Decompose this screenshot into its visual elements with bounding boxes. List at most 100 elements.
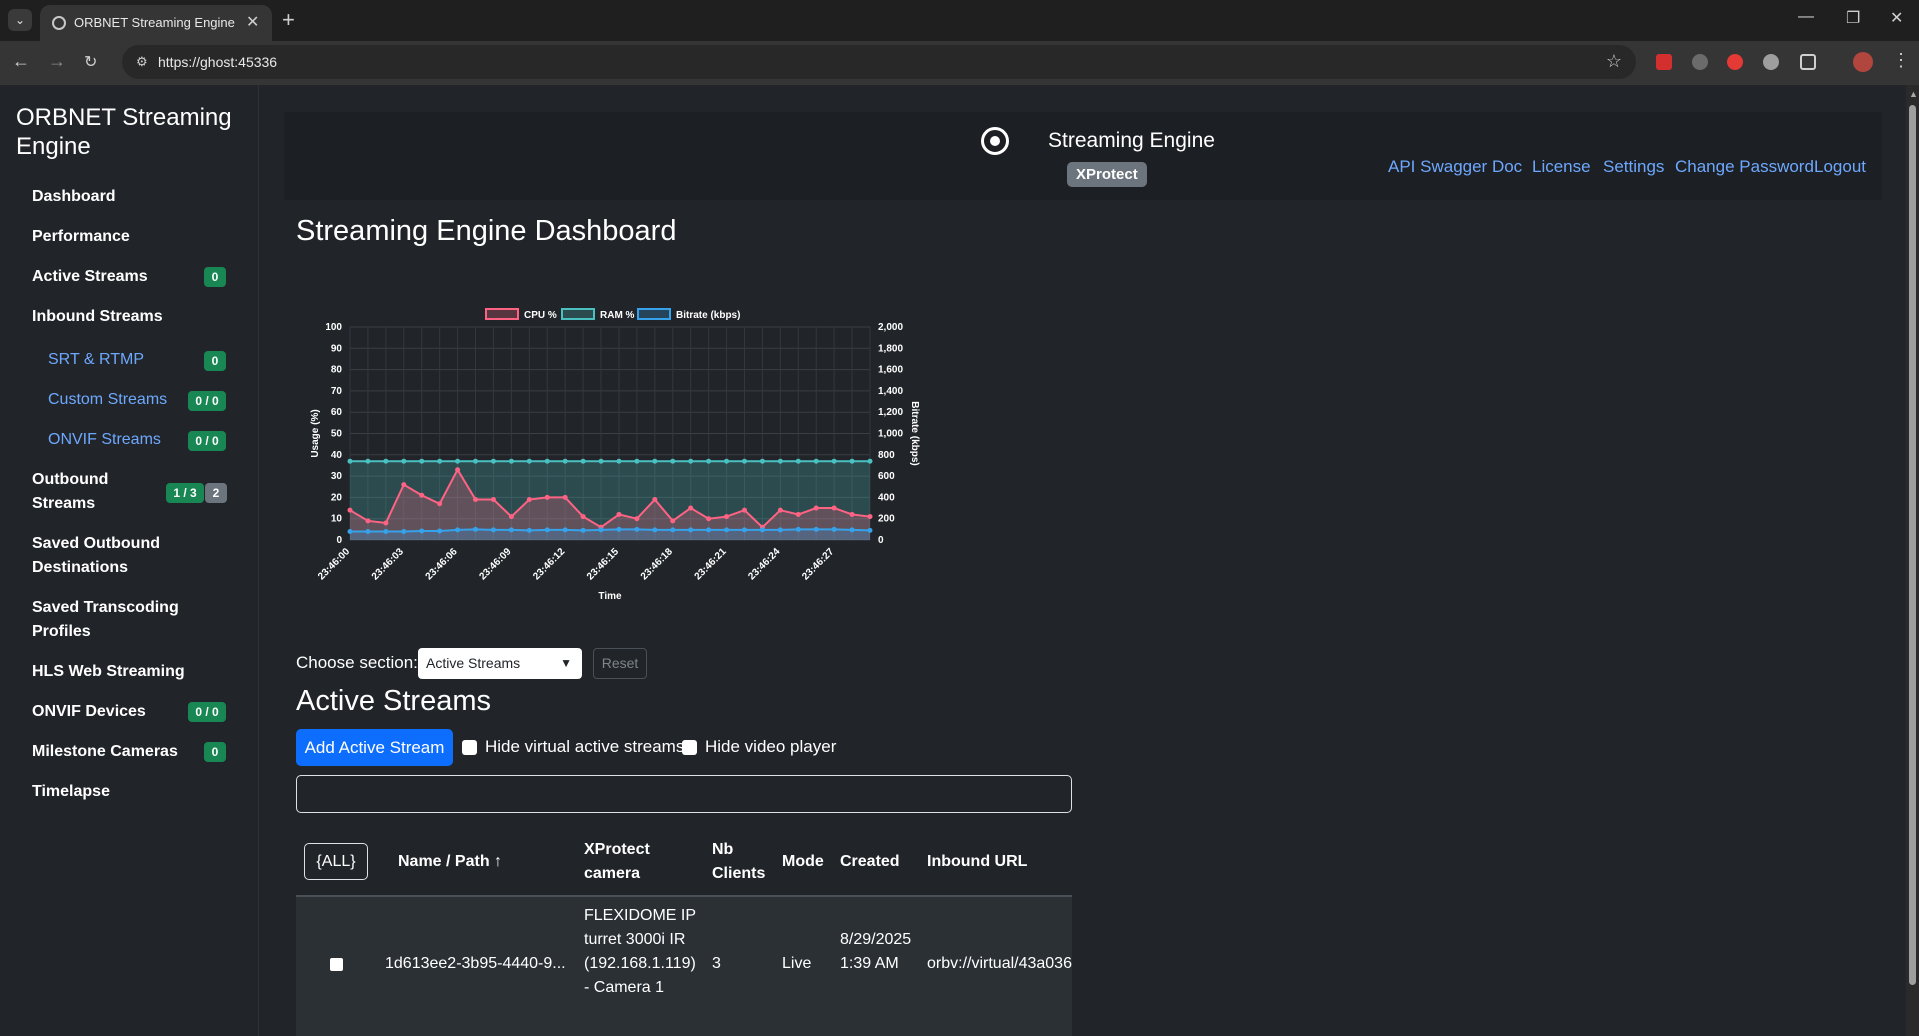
back-icon[interactable]: ← <box>12 51 30 72</box>
nav-milestone-cameras[interactable]: Milestone Cameras <box>32 740 178 764</box>
extensions-puzzle-icon[interactable] <box>1800 54 1816 70</box>
nav-saved-transcoding-profiles[interactable]: Saved Transcoding Profiles <box>32 596 222 644</box>
onvif-devices-badge: 0 / 0 <box>188 702 226 722</box>
col-mode[interactable]: Mode <box>782 850 824 874</box>
scrollbar-thumb[interactable] <box>1909 105 1916 985</box>
active-streams-badge: 0 <box>204 267 226 287</box>
data-point <box>777 458 783 464</box>
y2-tick-label: 1,400 <box>878 386 903 397</box>
add-active-stream-button[interactable]: Add Active Stream <box>296 729 453 766</box>
profile-avatar[interactable] <box>1853 52 1873 72</box>
nav-hls-web-streaming[interactable]: HLS Web Streaming <box>32 660 185 684</box>
data-point <box>831 526 837 532</box>
data-point <box>473 526 479 532</box>
data-point <box>706 527 712 533</box>
data-point <box>508 458 514 464</box>
close-window-icon[interactable]: ✕ <box>1890 8 1903 28</box>
y-tick-label: 40 <box>331 450 343 461</box>
browser-menu-icon[interactable]: ⋮ <box>1892 50 1910 71</box>
sidebar: ORBNET Streaming Engine Dashboard Perfor… <box>0 85 259 1036</box>
data-point <box>634 458 640 464</box>
col-created[interactable]: Created <box>840 850 900 874</box>
col-xprotect-camera[interactable]: XProtect camera <box>584 838 674 886</box>
api-swagger-link[interactable]: API Swagger Doc <box>1388 157 1522 177</box>
legend-label: RAM % <box>600 310 635 321</box>
nav-outbound-streams[interactable]: Outbound Streams <box>32 468 152 516</box>
nav-timelapse[interactable]: Timelapse <box>32 780 110 804</box>
reload-icon[interactable]: ↻ <box>84 52 97 72</box>
custom-streams-badge: 0 / 0 <box>188 391 226 411</box>
extension-red-icon[interactable] <box>1656 54 1672 70</box>
row-mode: Live <box>782 955 812 972</box>
logout-link[interactable]: Logout <box>1814 157 1866 177</box>
data-point <box>867 514 873 520</box>
srt-rtmp-badge: 0 <box>204 351 226 371</box>
reset-button[interactable]: Reset <box>593 648 647 679</box>
nav-active-streams[interactable]: Active Streams <box>32 265 148 289</box>
row-checkbox[interactable] <box>330 958 343 971</box>
x-tick-label: 23:46:00 <box>316 546 352 582</box>
col-inbound-url[interactable]: Inbound URL <box>927 850 1027 874</box>
browser-tab[interactable]: ORBNET Streaming Engine ✕ <box>40 5 272 41</box>
data-point <box>365 518 371 524</box>
settings-link[interactable]: Settings <box>1603 157 1664 177</box>
select-all-button[interactable]: {ALL} <box>304 843 368 880</box>
data-point <box>813 505 819 511</box>
y2-tick-label: 400 <box>878 492 895 503</box>
row-name[interactable]: 1d613ee2-3b95-4440-9... <box>385 952 566 976</box>
col-nb-clients[interactable]: Nb Clients <box>712 838 772 886</box>
license-link[interactable]: License <box>1532 157 1591 177</box>
y-tick-label: 30 <box>331 471 343 482</box>
data-point <box>616 458 622 464</box>
data-point <box>455 467 461 473</box>
hide-virtual-checkbox[interactable] <box>462 740 477 755</box>
restore-icon[interactable]: ❐ <box>1846 8 1860 28</box>
y-tick-label: 50 <box>331 429 343 440</box>
change-password-link[interactable]: Change Password <box>1675 157 1814 177</box>
data-point <box>795 526 801 532</box>
address-bar[interactable]: ⚙ https://ghost:45336 ☆ <box>122 45 1636 79</box>
filter-input[interactable] <box>296 775 1072 813</box>
site-info-icon[interactable]: ⚙ <box>136 54 148 70</box>
extension-shield-icon[interactable] <box>1727 54 1743 70</box>
y-tick-label: 0 <box>336 535 342 546</box>
data-point <box>437 501 443 507</box>
hide-player-label: Hide video player <box>705 737 837 756</box>
x-tick-label: 23:46:21 <box>693 546 729 582</box>
page-scrollbar[interactable]: ▲ <box>1906 85 1919 1036</box>
forward-icon[interactable]: → <box>48 51 66 72</box>
brand-title[interactable]: ORBNET Streaming Engine <box>16 103 246 161</box>
nav-onvif-streams[interactable]: ONVIF Streams <box>48 431 161 449</box>
data-point <box>526 497 532 503</box>
nav-performance[interactable]: Performance <box>32 225 130 249</box>
data-point <box>490 527 496 533</box>
table-header: {ALL} Name / Path ↑ XProtect camera Nb C… <box>296 829 1072 897</box>
y-tick-label: 80 <box>331 365 343 376</box>
new-tab-icon[interactable]: + <box>282 7 295 33</box>
nav-dashboard[interactable]: Dashboard <box>32 185 116 209</box>
data-point <box>813 458 819 464</box>
close-tab-icon[interactable]: ✕ <box>246 12 259 32</box>
url-text: https://ghost:45336 <box>158 54 278 70</box>
data-point <box>580 527 586 533</box>
nav-custom-streams[interactable]: Custom Streams <box>48 391 167 409</box>
nav-srt-rtmp[interactable]: SRT & RTMP <box>48 351 144 369</box>
section-select[interactable]: Active Streams ▼ <box>418 648 582 679</box>
nav-inbound-streams[interactable]: Inbound Streams <box>32 305 163 329</box>
scroll-up-icon[interactable]: ▲ <box>1909 89 1918 99</box>
data-point <box>741 458 747 464</box>
row-created: 8/29/2025 1:39 AM <box>840 931 912 972</box>
nav-onvif-devices[interactable]: ONVIF Devices <box>32 700 146 724</box>
bookmark-star-icon[interactable]: ☆ <box>1606 51 1622 72</box>
x-tick-label: 23:46:12 <box>531 546 567 582</box>
col-name[interactable]: Name / Path ↑ <box>398 850 502 874</box>
extension-ball-icon[interactable] <box>1763 54 1779 70</box>
tab-search-icon[interactable]: ⌄ <box>8 9 32 31</box>
minimize-icon[interactable]: — <box>1798 8 1814 26</box>
extension-gray-icon[interactable] <box>1692 54 1708 70</box>
data-point <box>419 492 425 498</box>
x-tick-label: 23:46:18 <box>639 546 675 582</box>
data-point <box>652 458 658 464</box>
hide-player-checkbox[interactable] <box>682 740 697 755</box>
nav-saved-outbound-destinations[interactable]: Saved Outbound Destinations <box>32 532 222 580</box>
